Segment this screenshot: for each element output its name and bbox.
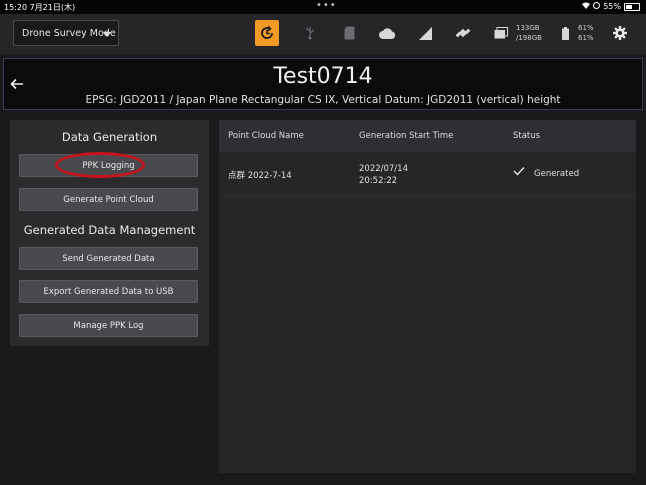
table-header: Point Cloud Name Generation Start Time S… (219, 120, 636, 152)
satellite-icon[interactable] (454, 20, 472, 46)
checkmark-icon (513, 166, 525, 179)
top-toolbar: Drone Survey Mode 133GB /198GB 61% 61% (0, 14, 646, 54)
device-battery-icon (560, 20, 570, 46)
gear-icon (613, 26, 627, 40)
start-date: 2022/07/14 (359, 164, 408, 174)
generated-data-management-heading: Generated Data Management (23, 223, 196, 237)
project-title: Test0714 (273, 64, 373, 89)
generation-start-time: 2022/07/14 20:52:22 (359, 163, 408, 187)
data-generation-heading: Data Generation (61, 130, 158, 144)
status-indicators: 55% (582, 2, 640, 11)
refresh-clock-icon (259, 25, 275, 41)
status-label: Generated (534, 169, 580, 179)
action-panel: Data Generation PPK Logging Generate Poi… (10, 120, 209, 346)
generate-point-cloud-button[interactable]: Generate Point Cloud (19, 188, 198, 211)
table-row[interactable]: 点群 2022-7-14 2022/07/14 20:52:22 Generat… (219, 152, 636, 196)
storage-readout: 133GB /198GB (516, 23, 542, 43)
battery-percent: 55% (603, 2, 621, 11)
chevron-down-icon (103, 32, 111, 37)
storage-icon (493, 20, 509, 46)
point-cloud-name: 点群 2022-7-14 (228, 171, 292, 181)
signal-strength-icon[interactable] (418, 20, 432, 46)
battery-level-1: 61% (578, 24, 594, 32)
ppk-logging-button[interactable]: PPK Logging (19, 154, 198, 177)
battery-icon (624, 2, 640, 11)
settings-button[interactable] (611, 20, 629, 46)
data-processing-button[interactable] (255, 20, 279, 46)
mode-dropdown[interactable]: Drone Survey Mode (13, 20, 119, 46)
cloud-icon[interactable] (378, 20, 396, 46)
column-header-status: Status (513, 131, 541, 141)
column-header-name: Point Cloud Name (228, 131, 304, 141)
storage-used: 133GB (516, 24, 540, 32)
column-header-start-time: Generation Start Time (359, 131, 454, 141)
mode-dropdown-label: Drone Survey Mode (22, 27, 116, 39)
wifi-icon (582, 2, 591, 11)
location-icon (593, 2, 601, 11)
project-header: Test0714 EPSG: JGD2011 / Japan Plane Rec… (3, 58, 643, 110)
coordinate-system-info: EPSG: JGD2011 / Japan Plane Rectangular … (85, 94, 561, 106)
manage-ppk-log-button[interactable]: Manage PPK Log (19, 314, 198, 337)
row-divider (219, 196, 636, 197)
export-to-usb-button[interactable]: Export Generated Data to USB (19, 280, 198, 303)
system-status-bar: 15:20 7月21日(木) ••• 55% (0, 0, 646, 14)
usb-icon[interactable] (303, 20, 317, 46)
start-time: 20:52:22 (359, 176, 398, 186)
send-generated-data-button[interactable]: Send Generated Data (19, 247, 198, 270)
point-cloud-table: Point Cloud Name Generation Start Time S… (219, 120, 636, 473)
battery-level-2: 61% (578, 34, 594, 42)
sd-card-icon[interactable] (342, 20, 356, 46)
multitasking-dots[interactable]: ••• (316, 0, 337, 11)
storage-total: /198GB (516, 34, 542, 42)
clock: 15:20 7月21日(木) (4, 3, 76, 12)
battery-readout: 61% 61% (578, 23, 594, 43)
